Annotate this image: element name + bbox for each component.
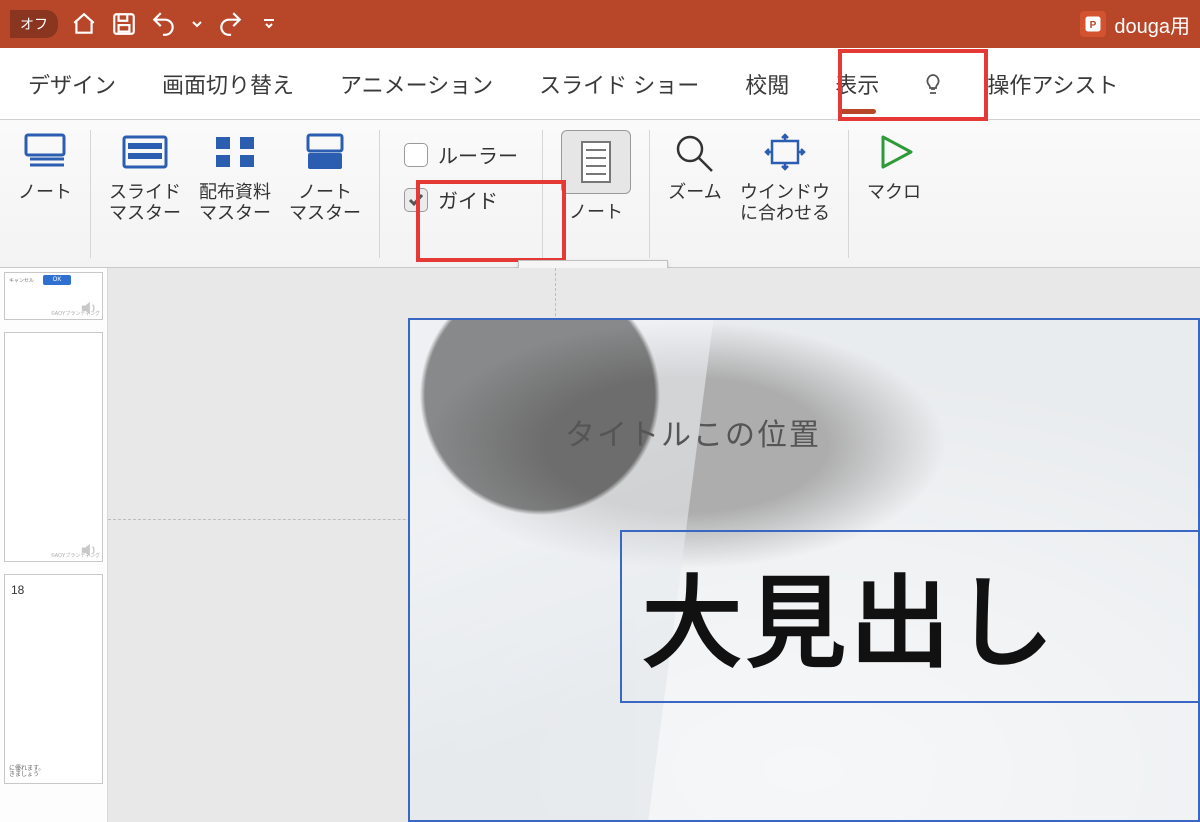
ruler-label: ルーラー xyxy=(438,140,518,169)
notes-toggle-label: ノート xyxy=(569,202,623,223)
tab-animation[interactable]: アニメーション xyxy=(336,62,497,106)
save-icon[interactable] xyxy=(110,10,138,38)
notes-view-label: ノート xyxy=(18,182,72,203)
titlebar-right: P douga用 xyxy=(1080,10,1190,39)
zoom-icon xyxy=(668,130,722,174)
thumb-cancel-label: キャンセル xyxy=(9,277,34,284)
fit-window-button[interactable]: ウインドウ に合わせる xyxy=(740,130,830,223)
redo-icon[interactable] xyxy=(216,10,244,38)
notes-master-button[interactable]: ノート マスター xyxy=(289,130,361,223)
title-position-text[interactable]: タイトルこの位置 xyxy=(565,410,821,454)
headline-text-box[interactable]: 大見出し xyxy=(620,530,1200,703)
handout-master-button[interactable]: 配布資料 マスター xyxy=(199,130,271,223)
notes-toggle-button[interactable]: ノート xyxy=(561,130,631,223)
macro-button[interactable]: マクロ xyxy=(867,130,921,203)
ruler-checkbox[interactable] xyxy=(404,143,428,167)
thumbnail-panel[interactable]: キャンセル OK ©AOYブランディング ©AOYブランディング 18 に優れま… xyxy=(0,268,108,822)
notes-master-label: ノート マスター xyxy=(289,182,361,223)
highlight-view-tab xyxy=(838,49,988,121)
ruler-checkbox-row[interactable]: ルーラー xyxy=(398,134,524,175)
slide-master-button[interactable]: スライド マスター xyxy=(109,130,181,223)
macro-label: マクロ xyxy=(867,182,921,203)
macro-play-icon xyxy=(867,130,921,174)
highlight-guide-checkbox xyxy=(416,180,566,262)
thumb-footer-text: に優れます。 きましょう xyxy=(9,766,44,779)
thumb-brand-1: ©AOYブランディング xyxy=(51,310,100,317)
ribbon-body: ノート スライド マスター 配布資料 マスター ノート マスター ルーラー xyxy=(0,120,1200,268)
handout-master-label: 配布資料 マスター xyxy=(199,182,271,223)
zoom-label: ズーム xyxy=(668,182,721,203)
current-slide[interactable]: タイトルこの位置 大見出し xyxy=(408,318,1200,822)
undo-icon[interactable] xyxy=(150,10,178,38)
headline-text[interactable]: 大見出し xyxy=(642,542,1180,687)
tab-review[interactable]: 校閲 xyxy=(741,62,793,106)
ribbon-tabs: デザイン 画面切り替え アニメーション スライド ショー 校閲 表示 操作アシス… xyxy=(0,48,1200,120)
thumb-brand-2: ©AOYブランディング xyxy=(51,552,100,559)
fit-window-label: ウインドウ に合わせる xyxy=(740,182,830,223)
tab-design[interactable]: デザイン xyxy=(24,62,120,106)
svg-text:P: P xyxy=(1090,20,1097,31)
titlebar: オフ P douga用 xyxy=(0,0,1200,48)
thumb-ok-button: OK xyxy=(43,275,71,285)
notes-toggle-icon xyxy=(561,130,631,194)
notes-master-icon xyxy=(298,130,352,174)
ribbon-group-masters: スライド マスター 配布資料 マスター ノート マスター xyxy=(91,130,380,258)
autosave-off-pill[interactable]: オフ xyxy=(10,10,58,38)
slide-master-label: スライド マスター xyxy=(109,182,181,223)
document-title: douga用 xyxy=(1114,10,1190,39)
ribbon-group-zoom: ズーム ウインドウ に合わせる xyxy=(650,130,849,258)
ribbon-group-views: ノート xyxy=(0,130,91,258)
workspace: キャンセル OK ©AOYブランディング ©AOYブランディング 18 に優れま… xyxy=(0,268,1200,822)
home-icon[interactable] xyxy=(70,10,98,38)
fit-window-icon xyxy=(758,130,812,174)
notes-view-icon xyxy=(18,130,72,174)
zoom-button[interactable]: ズーム xyxy=(668,130,722,203)
tab-transition[interactable]: 画面切り替え xyxy=(158,62,298,106)
ribbon-group-macro: マクロ xyxy=(849,130,939,258)
titlebar-left: オフ xyxy=(10,10,276,38)
powerpoint-file-icon: P xyxy=(1080,11,1106,37)
slide-canvas[interactable]: タイトルこの位置 大見出し xyxy=(108,268,1200,822)
tab-slideshow[interactable]: スライド ショー xyxy=(535,62,703,106)
thumb-page-number: 18 xyxy=(11,583,24,597)
tab-tell-me[interactable]: 操作アシスト xyxy=(983,62,1122,106)
slide-thumbnail[interactable]: 18 に優れます。 きましょう xyxy=(4,574,103,784)
slide-thumbnail[interactable]: ©AOYブランディング xyxy=(4,332,103,562)
notes-view-button[interactable]: ノート xyxy=(18,130,72,203)
undo-dropdown-icon[interactable] xyxy=(190,10,204,38)
slide-thumbnail[interactable]: キャンセル OK ©AOYブランディング xyxy=(4,272,103,320)
qat-customize-icon[interactable] xyxy=(262,10,276,38)
slide-master-icon xyxy=(118,130,172,174)
handout-master-icon xyxy=(208,130,262,174)
